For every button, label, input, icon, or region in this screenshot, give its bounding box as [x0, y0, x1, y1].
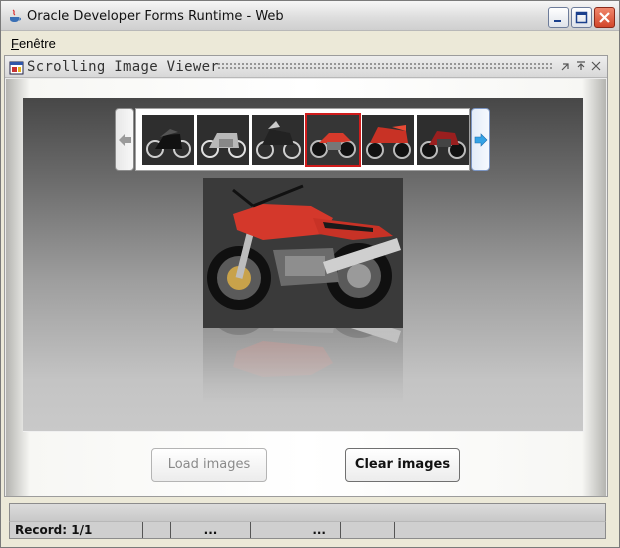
minimize-icon	[554, 20, 561, 22]
motorcycle-thumb-6	[417, 115, 469, 165]
motorcycle-thumb-1	[142, 115, 194, 165]
motorcycle-thumb-2	[197, 115, 249, 165]
thumbnail-3[interactable]	[252, 115, 304, 165]
thumbnail-4-selected[interactable]	[305, 113, 361, 167]
motorcycle-thumb-5	[362, 115, 414, 165]
inner-window-title: Scrolling Image Viewer	[27, 59, 220, 75]
minimize-button[interactable]	[548, 7, 569, 28]
motorcycle-thumb-4	[307, 115, 359, 165]
clear-images-button[interactable]: Clear images	[345, 448, 460, 482]
motorcycle-thumb-3	[252, 115, 304, 165]
thumbnail-6[interactable]	[417, 115, 469, 165]
status-segment-2	[143, 522, 171, 538]
motorcycle-image	[203, 178, 403, 328]
thumbnail-5[interactable]	[362, 115, 414, 165]
thumbnail-strip	[135, 108, 470, 171]
maximize-icon	[575, 11, 588, 24]
restore-icon[interactable]	[560, 60, 572, 72]
titlebar-grip	[217, 62, 553, 71]
arrow-left-icon	[119, 134, 131, 146]
java-icon	[10, 9, 21, 22]
scroll-left-button[interactable]	[115, 108, 134, 171]
thumbnail-1[interactable]	[142, 115, 194, 165]
maximize-icon[interactable]	[575, 60, 587, 72]
status-bar: Record: 1/1 ... ...	[9, 521, 606, 539]
menu-fenetre[interactable]: Fenêtre	[11, 36, 56, 51]
menubar: Fenêtre	[2, 32, 618, 54]
close-icon	[599, 12, 610, 23]
motorcycle-reflection	[203, 328, 403, 403]
record-indicator: Record: 1/1	[10, 522, 143, 538]
inner-window-titlebar[interactable]: Scrolling Image Viewer	[5, 56, 607, 78]
menu-fenetre-rest: enêtre	[18, 36, 56, 51]
close-button[interactable]	[594, 7, 615, 28]
main-image-reflection	[203, 328, 403, 403]
status-segment-5	[341, 522, 395, 538]
message-line	[9, 503, 606, 521]
menu-fenetre-mnemonic: F	[11, 36, 19, 51]
status-segment-4: ...	[251, 522, 341, 538]
main-image	[203, 178, 403, 328]
window-title: Oracle Developer Forms Runtime - Web	[27, 9, 284, 24]
arrow-right-icon	[474, 133, 488, 147]
scroll-right-button[interactable]	[471, 108, 490, 171]
close-icon[interactable]	[590, 60, 602, 72]
app-window: Oracle Developer Forms Runtime - Web Fen…	[0, 0, 620, 548]
maximize-button[interactable]	[571, 7, 592, 28]
forms-window-icon	[9, 61, 24, 75]
status-segment-3: ...	[171, 522, 251, 538]
window-titlebar[interactable]: Oracle Developer Forms Runtime - Web	[1, 1, 619, 31]
thumbnail-2[interactable]	[197, 115, 249, 165]
load-images-button[interactable]: Load images	[151, 448, 267, 482]
